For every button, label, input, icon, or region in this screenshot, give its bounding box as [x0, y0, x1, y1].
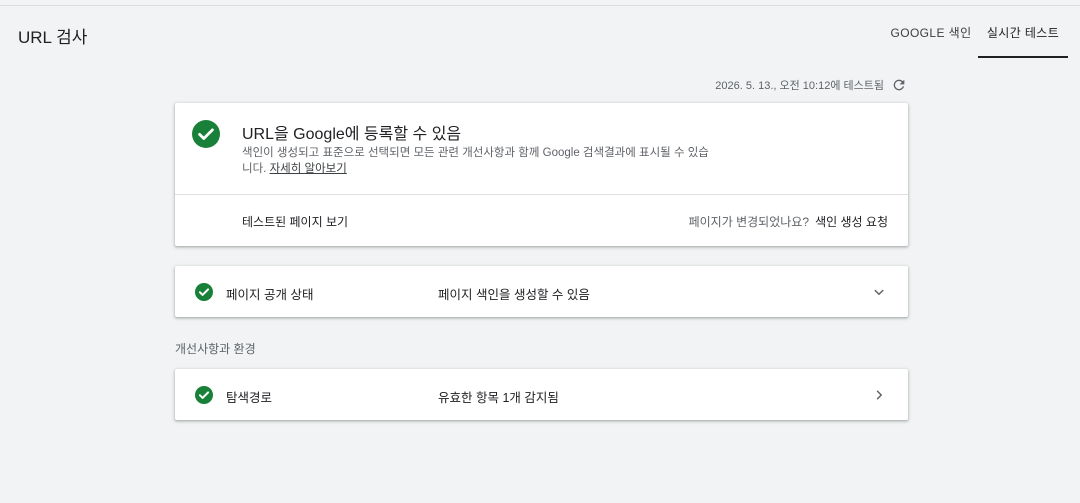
row-label: 탐색경로 [226, 391, 273, 405]
description-text-end: 니다. [242, 163, 267, 175]
chevron-right-icon[interactable] [870, 386, 888, 404]
chevron-down-icon[interactable] [870, 283, 888, 301]
tab-label: 실시간 테스트 [986, 25, 1060, 40]
tab-label: GOOGLE 색인 [890, 25, 972, 40]
row-value: 페이지 색인을 생성할 수 있음 [438, 288, 590, 302]
check-circle-icon [195, 386, 213, 404]
page-availability-row[interactable]: 페이지 공개 상태 페이지 색인을 생성할 수 있음 [175, 266, 908, 317]
status-description: 색인이 생성되고 표준으로 선택되면 모든 관련 개선사항과 함께 Google… [242, 145, 722, 177]
learn-more-link[interactable]: 자세히 알아보기 [270, 163, 347, 175]
page-title: URL 검사 [18, 28, 88, 47]
request-indexing-button[interactable]: 색인 생성 요청 [815, 213, 888, 230]
description-text: 색인이 생성되고 표준으로 선택되면 모든 관련 개선사항과 함께 Google… [242, 147, 709, 159]
status-title: URL을 Google에 등록할 수 있음 [242, 126, 462, 143]
check-circle-icon [192, 120, 220, 148]
refresh-icon[interactable] [890, 76, 908, 94]
row-value: 유효한 항목 1개 감지됨 [438, 391, 559, 405]
view-tested-page-button[interactable]: 테스트된 페이지 보기 [242, 213, 348, 230]
tab-live-test[interactable]: 실시간 테스트 [978, 6, 1068, 58]
active-tab-indicator [978, 56, 1068, 58]
header: URL 검사 GOOGLE 색인 실시간 테스트 [0, 6, 1080, 58]
summary-card: URL을 Google에 등록할 수 있음 색인이 생성되고 표준으로 선택되면… [175, 103, 908, 246]
check-circle-icon [195, 283, 213, 301]
card-divider [175, 194, 908, 195]
test-timestamp: 2026. 5. 13., 오전 10:12에 테스트됨 [715, 80, 884, 92]
row-label: 페이지 공개 상태 [226, 288, 314, 302]
test-timestamp-row: 2026. 5. 13., 오전 10:12에 테스트됨 [715, 76, 908, 94]
section-label: 개선사항과 환경 [175, 342, 256, 356]
page-changed-question: 페이지가 변경되었나요? [688, 215, 809, 229]
tab-google-index[interactable]: GOOGLE 색인 [886, 6, 976, 58]
breadcrumb-enhancement-row[interactable]: 탐색경로 유효한 항목 1개 감지됨 [175, 369, 908, 420]
